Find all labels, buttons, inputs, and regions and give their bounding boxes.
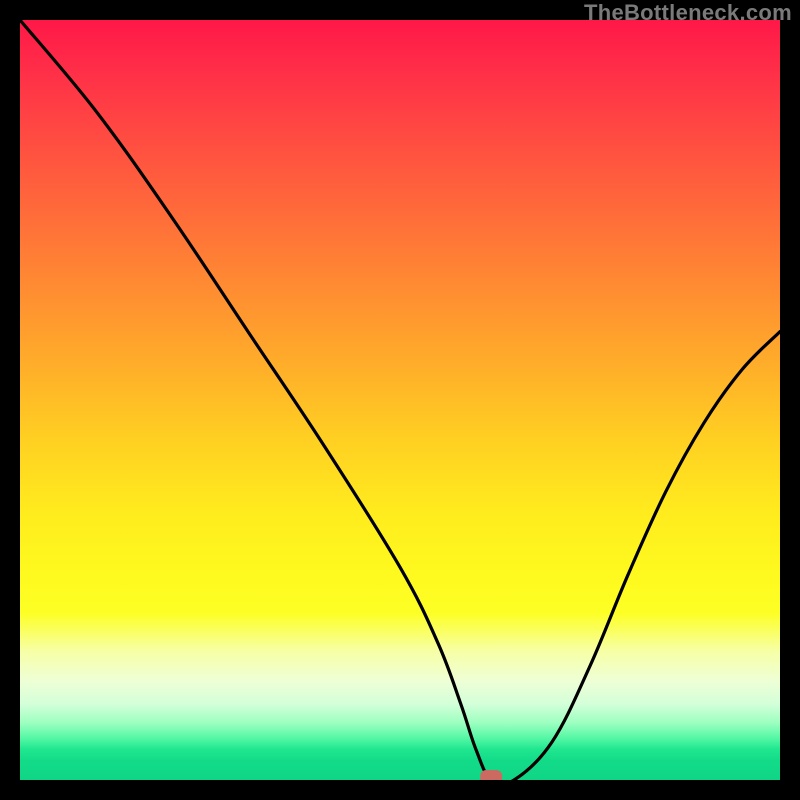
plot-area: [20, 20, 780, 780]
figure-frame: TheBottleneck.com: [0, 0, 800, 800]
optimal-point-marker: [480, 770, 502, 780]
watermark-text: TheBottleneck.com: [584, 0, 792, 26]
bottleneck-curve: [20, 20, 780, 780]
curve-layer: [20, 20, 780, 780]
